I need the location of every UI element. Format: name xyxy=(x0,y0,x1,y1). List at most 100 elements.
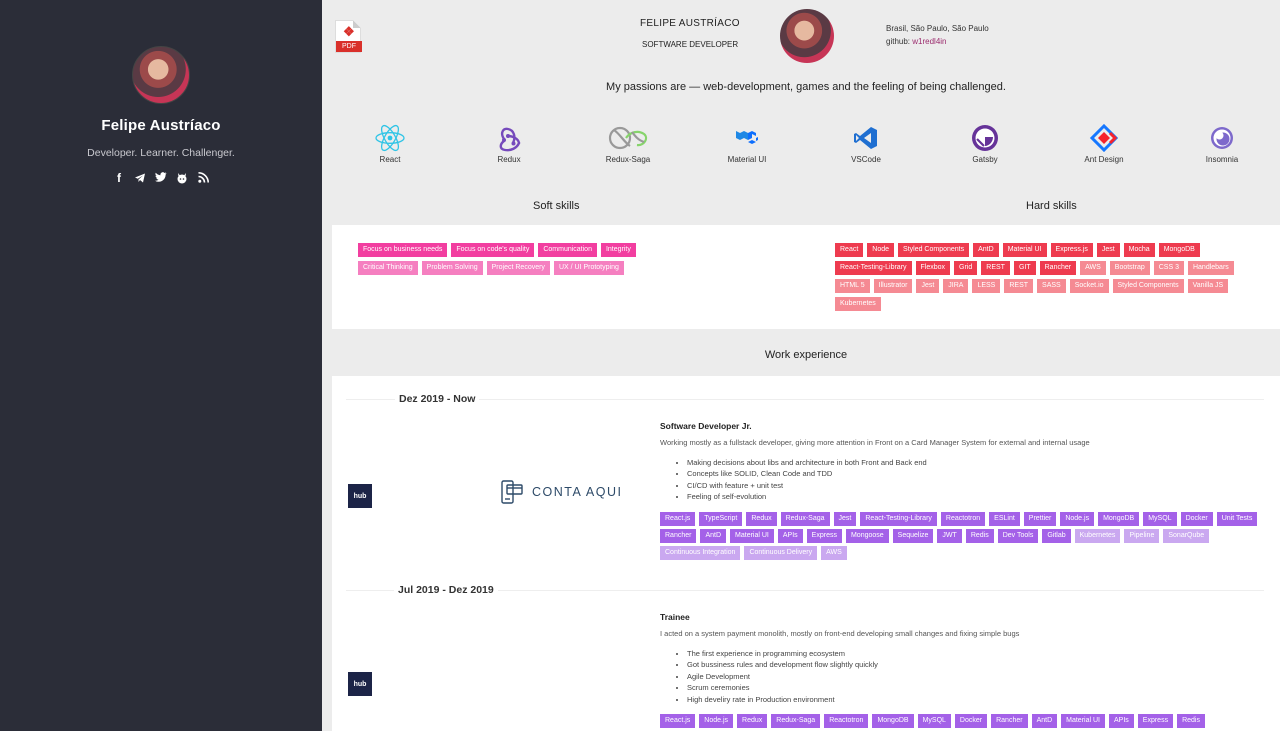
skill-tag: TypeScript xyxy=(699,512,743,526)
skill-tag: AntD xyxy=(1031,714,1058,728)
header-name: FELIPE AUSTRÍACO xyxy=(640,18,740,29)
skill-tag: SASS xyxy=(1037,279,1066,293)
skill-tag: React-Testing-Library xyxy=(860,512,937,526)
github-icon[interactable] xyxy=(176,171,189,184)
skill-tag: Styled Components xyxy=(898,243,970,257)
tech-item-ant-design: Ant Design xyxy=(1059,123,1149,164)
hard-skills-tags: React Node Styled Components AntD Material U… xyxy=(835,243,1255,311)
github-label: github: xyxy=(886,37,911,46)
header-role: SOFTWARE DEVELOPER xyxy=(642,40,739,49)
skill-tag: Redux xyxy=(737,714,768,728)
soft-skills-tags: Focus on business needs Focus on code's q… xyxy=(358,243,678,275)
soft-skills-title: Soft skills xyxy=(533,200,580,212)
skill-tag: Mongoose xyxy=(845,529,889,543)
skill-tag: ESLint xyxy=(989,512,1020,526)
job-description: I acted on a system payment monolith, mo… xyxy=(660,629,1020,638)
job-bullet: Got bussiness rules and development flow… xyxy=(687,659,878,670)
skill-tag: AntD xyxy=(973,243,999,257)
skill-tag: AWS xyxy=(1080,261,1106,275)
tech-label: Insomnia xyxy=(1205,155,1239,164)
skills-panel: Focus on business needs Focus on code's q… xyxy=(332,225,1280,329)
tech-item-material-ui: Material UI xyxy=(702,123,792,164)
twitter-icon[interactable] xyxy=(155,171,168,184)
skill-tag: UX / UI Prototyping xyxy=(553,261,624,275)
skill-tag: Dev Tools xyxy=(997,529,1039,543)
skill-tag: REST xyxy=(981,261,1010,275)
header-github: github: w1redl4in xyxy=(886,37,947,46)
tech-list: React Redux Redux-Saga Material UI VSCod… xyxy=(332,123,1280,167)
pdf-label: PDF xyxy=(336,41,362,52)
skill-tag: Prettier xyxy=(1023,512,1057,526)
tech-label: Redux-Saga xyxy=(605,155,651,164)
tech-item-gatsby: Gatsby xyxy=(940,123,1030,164)
skill-tag: Integrity xyxy=(600,243,636,257)
tech-item-insomnia: Insomnia xyxy=(1177,123,1267,164)
job-bullet: Feeling of self-evolution xyxy=(687,491,927,502)
skill-tag: MySQL xyxy=(917,714,951,728)
skill-tag: MongoDB xyxy=(1098,512,1140,526)
skill-tag: SonarQube xyxy=(1163,529,1210,543)
skill-tag: Problem Solving xyxy=(421,261,483,275)
skill-tag: Mocha xyxy=(1123,243,1155,257)
ant-design-icon xyxy=(1059,123,1149,153)
skill-tag: Kubernetes xyxy=(835,297,881,311)
work-experience-panel: Dez 2019 - Now hub CONTA AQUI Software D… xyxy=(332,376,1280,731)
skill-tag: Redux-Saga xyxy=(780,512,830,526)
skill-tag: Redis xyxy=(1177,714,1205,728)
rss-icon[interactable] xyxy=(197,171,210,184)
skill-tag: Grid xyxy=(954,261,978,275)
skill-tag: Socket.io xyxy=(1069,279,1109,293)
skill-tag: Flexbox xyxy=(915,261,951,275)
sidebar-name: Felipe Austríaco xyxy=(101,117,221,134)
telegram-icon[interactable] xyxy=(134,171,147,184)
job-description: Working mostly as a fullstack developer,… xyxy=(660,438,1090,447)
tech-label: VSCode xyxy=(851,155,881,164)
tech-item-redux-saga: Redux-Saga xyxy=(583,123,673,164)
skill-tag: HTML 5 xyxy=(835,279,870,293)
skill-tag: Redux xyxy=(746,512,777,526)
skill-tag: Project Recovery xyxy=(486,261,550,275)
skill-tag: Docker xyxy=(1180,512,1213,526)
job-period: Jul 2019 - Dez 2019 xyxy=(394,584,498,596)
avatar xyxy=(132,46,190,104)
skill-tag: Vanilla JS xyxy=(1187,279,1229,293)
skill-tag: Communication xyxy=(538,243,597,257)
skill-tag: Focus on code's quality xyxy=(451,243,535,257)
job-tags: React.js TypeScript Redux Redux-Saga Jest Rea… xyxy=(660,512,1260,560)
skill-tag: Node xyxy=(867,243,895,257)
tech-label: Redux xyxy=(497,155,521,164)
header-avatar xyxy=(780,9,834,63)
tech-label: React xyxy=(379,155,401,164)
skill-tag: Continuous Delivery xyxy=(744,546,818,560)
skill-tag: React-Testing-Library xyxy=(835,261,912,275)
material-ui-icon xyxy=(702,123,792,153)
tech-item-react: React xyxy=(345,123,435,164)
react-icon xyxy=(345,123,435,153)
skill-tag: APIs xyxy=(1108,714,1134,728)
conta-aqui-icon xyxy=(501,480,523,504)
tech-label: Ant Design xyxy=(1084,155,1124,164)
github-link[interactable]: w1redl4in xyxy=(912,37,946,46)
skill-tag: Material UI xyxy=(1061,714,1105,728)
job-title: Software Developer Jr. xyxy=(660,421,752,431)
skill-tag: MongoDB xyxy=(872,714,914,728)
vscode-icon xyxy=(821,123,911,153)
skill-tag: Docker xyxy=(954,714,988,728)
facebook-icon[interactable]: f xyxy=(113,171,126,185)
skill-tag: MySQL xyxy=(1143,512,1177,526)
job-period: Dez 2019 - Now xyxy=(395,393,480,405)
skill-tag: React.js xyxy=(660,714,696,728)
skill-tag: Reactotron xyxy=(940,512,986,526)
skill-tag: Express.js xyxy=(1050,243,1093,257)
skill-tag: JWT xyxy=(937,529,962,543)
skill-tag: Unit Tests xyxy=(1216,512,1258,526)
pdf-download-icon[interactable]: ❖ PDF xyxy=(335,20,362,53)
skill-tag: Redux-Saga xyxy=(771,714,821,728)
skill-tag: Rancher xyxy=(660,529,697,543)
skill-tag: Jest xyxy=(833,512,857,526)
work-experience-title: Work experience xyxy=(764,349,848,361)
skill-tag: Bootstrap xyxy=(1109,261,1150,275)
skill-tag: Critical Thinking xyxy=(358,261,418,275)
skill-tag: APIs xyxy=(777,529,803,543)
skill-tag: MongoDB xyxy=(1158,243,1200,257)
